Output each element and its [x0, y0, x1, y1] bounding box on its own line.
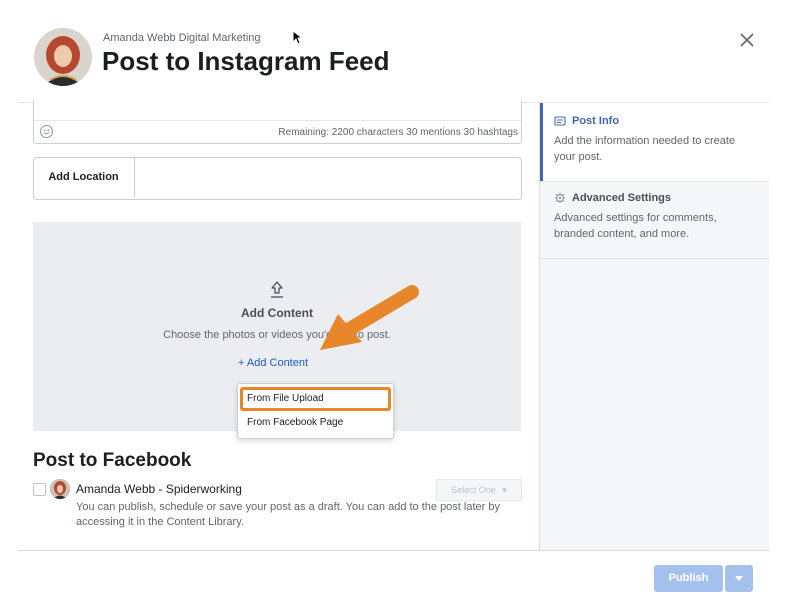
caret-down-icon [735, 576, 743, 581]
divider [33, 120, 521, 121]
post-to-facebook-heading: Post to Facebook [33, 450, 192, 471]
annotation-arrow-icon [320, 285, 419, 350]
sidebar-item-description: Advanced settings for comments, branded … [554, 212, 717, 240]
facebook-page-avatar [50, 479, 70, 499]
facebook-description: You can publish, schedule or save your p… [76, 501, 500, 528]
menu-item-file-upload[interactable]: From File Upload [238, 388, 393, 410]
facebook-post-type-select[interactable]: Select One ▾ [436, 479, 522, 501]
emoji-icon[interactable] [40, 125, 53, 138]
mouse-cursor-icon [292, 30, 304, 45]
add-content-menu: From File Upload From Facebook Page [237, 383, 394, 439]
publish-options-button[interactable] [725, 565, 753, 592]
document-icon [554, 116, 566, 126]
remaining-counter: Remaining: 2200 characters 30 mentions 3… [278, 127, 518, 138]
upload-icon [271, 281, 283, 298]
facebook-page-name: Amanda Webb - Spiderworking [76, 482, 242, 496]
gear-icon [554, 192, 566, 204]
page-name: Amanda Webb Digital Marketing [103, 32, 261, 44]
facebook-page-checkbox[interactable] [33, 483, 46, 496]
menu-item-facebook-page[interactable]: From Facebook Page [238, 412, 393, 434]
sidebar-item-label: Advanced Settings [572, 192, 672, 204]
divider [18, 550, 769, 551]
sidebar-item-post-info[interactable]: Post Info Add the information needed to … [540, 103, 769, 181]
dialog-title: Post to Instagram Feed [102, 46, 390, 76]
select-placeholder: Select One [451, 485, 496, 495]
page-avatar [34, 28, 92, 86]
sidebar-item-advanced-settings[interactable]: Advanced Settings Advanced settings for … [540, 181, 769, 259]
caret-down-icon: ▾ [502, 485, 507, 495]
sidebar-background [540, 259, 769, 550]
close-icon[interactable] [736, 29, 758, 51]
sidebar-item-label: Post Info [572, 115, 620, 127]
location-label: Add Location [33, 157, 135, 198]
publish-button[interactable]: Publish [654, 565, 723, 592]
sidebar-item-description: Add the information needed to create you… [554, 135, 736, 163]
